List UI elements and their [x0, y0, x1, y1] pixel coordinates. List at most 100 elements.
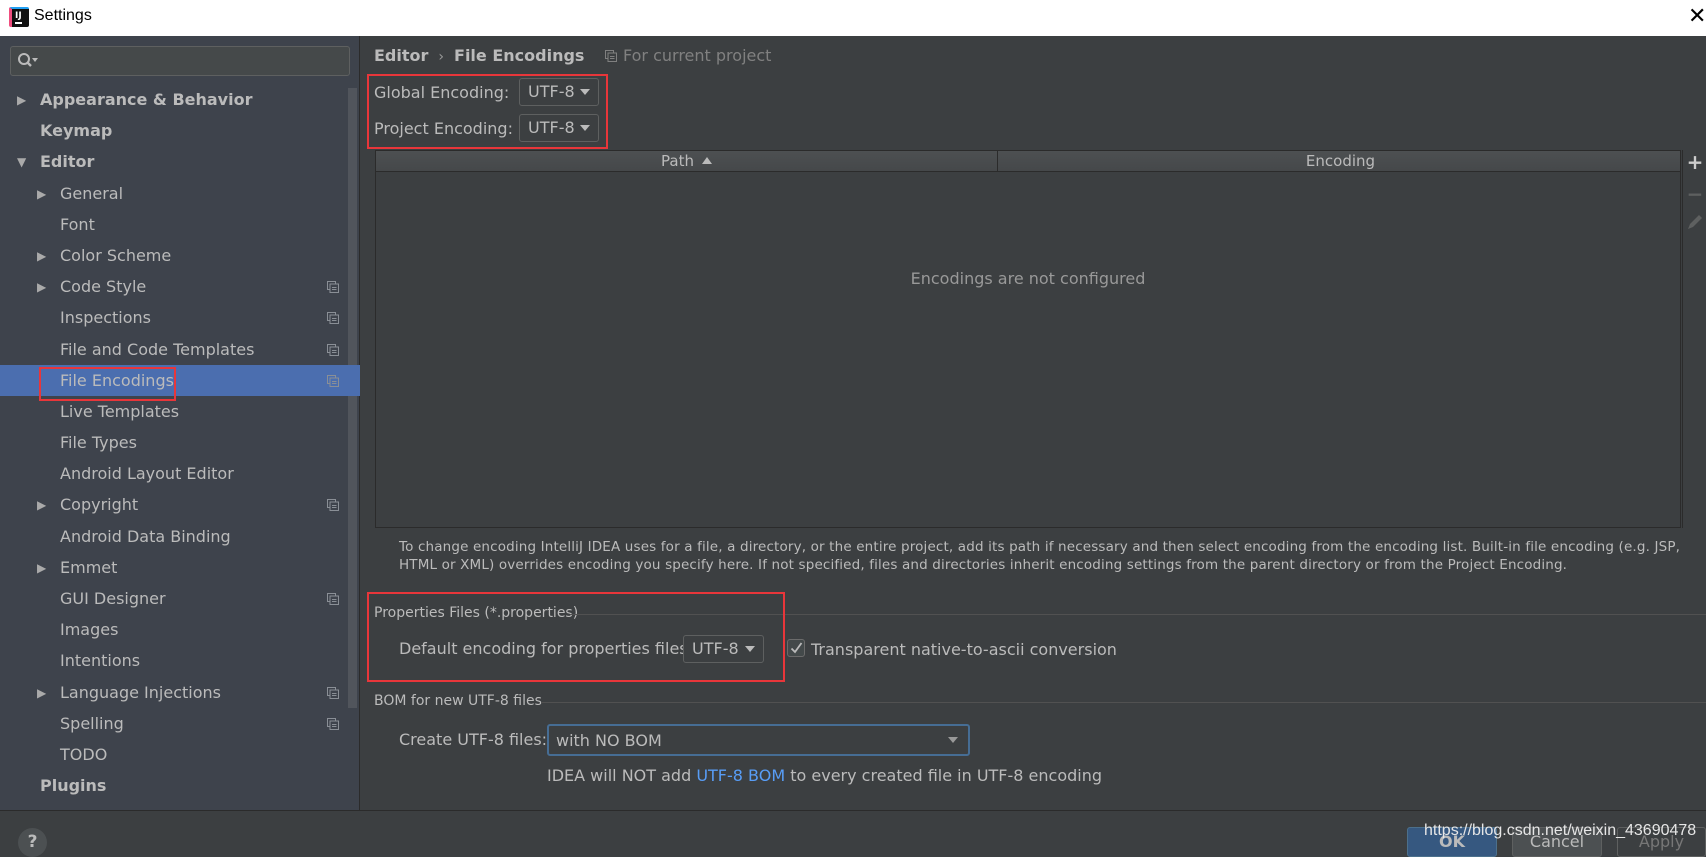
project-scope-icon	[327, 343, 339, 356]
sidebar-item-label: Color Scheme	[60, 245, 172, 265]
table-toolbar: + −	[1682, 150, 1706, 528]
collapsed-arrow-icon[interactable]: ▶	[37, 562, 49, 574]
sidebar-item-android-layout-editor[interactable]: Android Layout Editor	[0, 458, 360, 489]
project-scope-icon	[605, 50, 617, 62]
sidebar-item-label: File Types	[60, 433, 137, 453]
utf8-bom-link[interactable]: UTF-8 BOM	[696, 766, 785, 785]
collapsed-arrow-icon[interactable]: ▶	[37, 687, 49, 699]
properties-group-title: Properties Files (*.properties)	[374, 605, 579, 621]
bom-group-title: BOM for new UTF-8 files	[374, 693, 542, 709]
table-header: Path Encoding	[376, 151, 1680, 172]
project-scope-icon	[327, 281, 339, 294]
sidebar-item-images[interactable]: Images	[0, 614, 360, 645]
project-scope-icon	[327, 312, 339, 325]
create-utf8-value: with NO BOM	[556, 731, 662, 750]
collapsed-arrow-icon[interactable]: ▶	[37, 188, 49, 200]
sidebar-item-label: Copyright	[60, 495, 139, 515]
create-utf8-label: Create UTF-8 files:	[399, 730, 548, 749]
project-encoding-select[interactable]: UTF-8	[519, 114, 599, 142]
breadcrumb-separator: ›	[438, 49, 445, 65]
sidebar-item-code-style[interactable]: ▶ Code Style	[0, 271, 360, 302]
breadcrumb-parent[interactable]: Editor	[374, 46, 428, 65]
sidebar-item-intentions[interactable]: Intentions	[0, 645, 360, 676]
project-scope-icon	[327, 686, 339, 699]
sidebar-item-editor[interactable]: ▼ Editor	[0, 146, 360, 177]
remove-icon[interactable]: −	[1683, 182, 1706, 206]
breadcrumb: Editor › File Encodings	[374, 46, 584, 65]
transparent-conversion-checkbox[interactable]	[787, 639, 805, 657]
sidebar-item-label: General	[60, 183, 124, 203]
sidebar-item-todo[interactable]: TODO	[0, 739, 360, 770]
sidebar-item-copyright[interactable]: ▶ Copyright	[0, 489, 360, 520]
search-icon[interactable]	[17, 52, 39, 70]
sidebar-item-android-data-binding[interactable]: Android Data Binding	[0, 521, 360, 552]
project-scope-icon	[327, 717, 339, 730]
sort-ascending-icon	[701, 157, 712, 164]
chevron-down-icon	[948, 737, 958, 743]
properties-encoding-value: UTF-8	[692, 639, 739, 658]
column-header-path[interactable]: Path	[376, 151, 998, 172]
collapsed-arrow-icon[interactable]: ▶	[37, 499, 49, 511]
project-scope-icon	[327, 499, 339, 512]
bom-group-divider	[541, 702, 1706, 703]
transparent-conversion-label[interactable]: Transparent native-to-ascii conversion	[811, 640, 1117, 659]
dialog-footer: ? OK Cancel Apply https://blog.csdn.net/…	[0, 810, 1706, 857]
sidebar-item-label: Code Style	[60, 277, 147, 297]
create-utf8-select[interactable]: with NO BOM	[547, 724, 970, 756]
sidebar-item-label: Live Templates	[60, 401, 180, 421]
encodings-table: Path Encoding Encodings are not configur…	[375, 150, 1681, 528]
properties-encoding-select[interactable]: UTF-8	[683, 635, 764, 663]
sidebar-item-label: File Encodings	[60, 370, 174, 390]
project-encoding-label: Project Encoding:	[374, 119, 513, 138]
search-input[interactable]	[10, 46, 350, 76]
collapsed-arrow-icon[interactable]: ▶	[37, 250, 49, 262]
bom-note-prefix: IDEA will NOT add	[547, 766, 697, 785]
sidebar-item-plugins[interactable]: Plugins	[0, 770, 360, 801]
properties-group-divider	[570, 614, 1706, 615]
sidebar-item-live-templates[interactable]: Live Templates	[0, 396, 360, 427]
collapsed-arrow-icon[interactable]: ▶	[17, 94, 29, 106]
chevron-down-icon	[580, 125, 590, 131]
project-encoding-value: UTF-8	[528, 118, 575, 137]
chevron-down-icon	[745, 646, 755, 652]
intellij-idea-icon: IJ	[9, 7, 29, 27]
edit-icon[interactable]	[1683, 212, 1706, 236]
sidebar-item-font[interactable]: Font	[0, 209, 360, 240]
add-icon[interactable]: +	[1683, 150, 1706, 174]
sidebar-item-label: Editor	[40, 152, 95, 172]
sidebar-item-emmet[interactable]: ▶ Emmet	[0, 552, 360, 583]
sidebar-item-label: Language Injections	[60, 682, 221, 702]
sidebar-item-label: Inspections	[60, 308, 151, 328]
collapsed-arrow-icon[interactable]: ▶	[37, 281, 49, 293]
sidebar-item-spelling[interactable]: Spelling	[0, 708, 360, 739]
properties-default-label: Default encoding for properties files:	[399, 639, 694, 658]
sidebar-item-file-encodings[interactable]: File Encodings	[0, 364, 360, 396]
sidebar-item-general[interactable]: ▶ General	[0, 178, 360, 209]
sidebar-item-label: Intentions	[60, 651, 141, 671]
column-header-encoding[interactable]: Encoding	[999, 151, 1682, 172]
sidebar-item-gui-designer[interactable]: GUI Designer	[0, 583, 360, 614]
sidebar-item-file-types[interactable]: File Types	[0, 427, 360, 458]
sidebar-item-file-and-code-templates[interactable]: File and Code Templates	[0, 334, 360, 365]
sidebar-item-color-scheme[interactable]: ▶ Color Scheme	[0, 240, 360, 271]
help-button[interactable]: ?	[18, 828, 47, 857]
close-icon[interactable]: ✕	[1688, 3, 1706, 31]
project-scope-icon	[327, 593, 339, 605]
sidebar-item-label: Images	[60, 620, 119, 640]
for-current-project: For current project	[605, 46, 771, 65]
sidebar-item-label: TODO	[60, 744, 108, 764]
global-encoding-label: Global Encoding:	[374, 83, 510, 102]
for-current-project-label: For current project	[623, 46, 772, 65]
sidebar-item-appearance-behavior[interactable]: ▶ Appearance & Behavior	[0, 84, 360, 115]
title-bar: IJ Settings ✕	[0, 0, 1706, 36]
encoding-help-text: To change encoding IntelliJ IDEA uses fo…	[399, 539, 1681, 573]
breadcrumb-current: File Encodings	[454, 46, 585, 65]
sidebar-item-keymap[interactable]: Keymap	[0, 115, 360, 146]
expanded-arrow-icon[interactable]: ▼	[17, 156, 29, 168]
sidebar-item-language-injections[interactable]: ▶ Language Injections	[0, 677, 360, 708]
sidebar-item-label: Android Data Binding	[60, 526, 231, 546]
table-empty-text: Encodings are not configured	[910, 269, 1146, 288]
global-encoding-select[interactable]: UTF-8	[519, 78, 599, 106]
sidebar-item-inspections[interactable]: Inspections	[0, 302, 360, 333]
bom-note-suffix: to every created file in UTF-8 encoding	[785, 766, 1103, 785]
